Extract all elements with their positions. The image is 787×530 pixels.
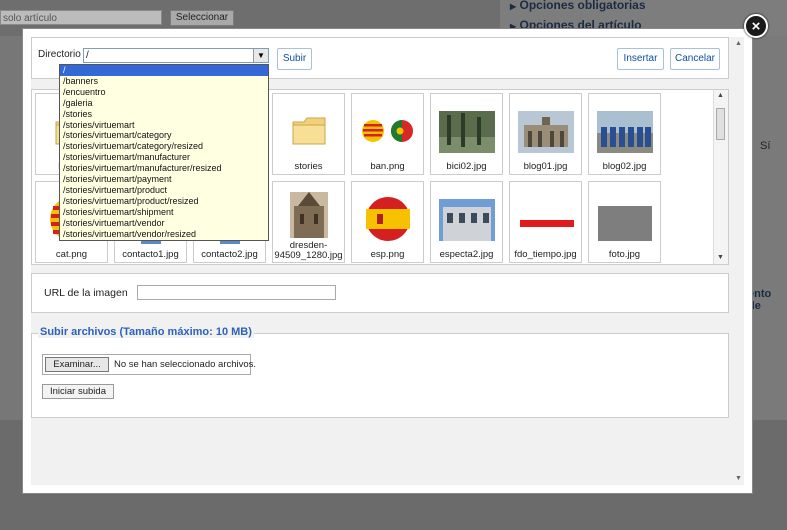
gray-thumbnail (598, 206, 652, 241)
chevron-down-icon[interactable]: ▼ (735, 475, 742, 482)
photo-thumbnail (517, 111, 574, 153)
image-tile[interactable]: blog01.jpg (509, 93, 582, 175)
directory-dropdown-list[interactable]: //banners/encuentro/galeria/stories/stor… (59, 64, 269, 241)
file-status: No se han seleccionado archivos. (114, 359, 257, 370)
image-caption: contacto2.jpg (201, 249, 258, 260)
spain-flag-thumbnail (365, 197, 410, 241)
photo-thumbnail (596, 111, 653, 153)
image-tile[interactable]: foto.jpg (588, 181, 661, 263)
bg-search-input: solo artículo (0, 10, 162, 25)
insert-button[interactable]: Insertar (617, 48, 664, 70)
chevron-up-icon[interactable]: ▲ (735, 40, 742, 47)
scrollbar-thumb[interactable] (716, 108, 725, 140)
red-bar-thumbnail (520, 220, 574, 227)
image-tile[interactable]: blog02.jpg (588, 93, 661, 175)
image-caption: cat.png (55, 249, 88, 260)
chevron-down-icon[interactable]: ▼ (717, 254, 724, 261)
flags-thumbnail (361, 120, 413, 142)
directory-option[interactable]: /stories/virtuemart/product (60, 185, 268, 196)
upload-dir-button[interactable]: Subir (277, 48, 312, 70)
image-caption: stories (294, 161, 323, 172)
dialog-scrollbar[interactable]: ▲ ▼ (734, 37, 744, 485)
grid-scrollbar[interactable]: ▲ ▼ (713, 90, 728, 264)
upload-section: Subir archivos (Tamaño máximo: 10 MB) Ex… (31, 326, 729, 418)
directory-option[interactable]: /stories (60, 109, 268, 120)
directory-option[interactable]: /stories/virtuemart/manufacturer/resized (60, 163, 268, 174)
url-section: URL de la imagen (31, 273, 729, 313)
photo-thumbnail (438, 111, 495, 153)
image-caption: blog02.jpg (602, 161, 647, 172)
directory-option[interactable]: /encuentro (60, 87, 268, 98)
directory-select-value: / (86, 50, 89, 61)
directory-label: Directorio (38, 49, 81, 60)
bg-side-text: Sí (760, 140, 771, 152)
image-tile[interactable]: especta2.jpg (430, 181, 503, 263)
bg-side-text-2: ento de (748, 288, 772, 312)
image-caption: contacto1.jpg (122, 249, 179, 260)
bg-select-button: Seleccionar (170, 10, 234, 26)
url-label: URL de la imagen (44, 287, 128, 299)
triangle-icon: ▶ (510, 2, 517, 11)
directory-option[interactable]: /stories/virtuemart/manufacturer (60, 152, 268, 163)
directory-option[interactable]: /banners (60, 76, 268, 87)
image-caption: foto.jpg (608, 249, 641, 260)
image-tile[interactable]: bici02.jpg (430, 93, 503, 175)
directory-option[interactable]: /stories/virtuemart (60, 120, 268, 131)
directory-option[interactable]: /stories/virtuemart/payment (60, 174, 268, 185)
directory-option[interactable]: /stories/virtuemart/shipment (60, 207, 268, 218)
bg-left-strip (0, 36, 22, 456)
directory-option[interactable]: /stories/virtuemart/vendor (60, 218, 268, 229)
directory-option[interactable]: /stories/virtuemart/vendor/resized (60, 229, 268, 240)
close-icon[interactable]: × (744, 14, 768, 38)
image-tile[interactable]: ban.png (351, 93, 424, 175)
directory-option[interactable]: /galeria (60, 98, 268, 109)
image-caption: dresden-94509_1280.jpg (274, 240, 343, 261)
image-caption: bici02.jpg (446, 161, 487, 172)
browse-button[interactable]: Examinar... (45, 357, 109, 372)
bg-panel-heading-1: ▶ Opciones obligatorias (510, 0, 646, 12)
image-tile[interactable]: dresden-94509_1280.jpg (272, 181, 345, 263)
chevron-down-icon[interactable]: ▼ (253, 49, 268, 62)
directory-select[interactable]: / ▼ (83, 48, 269, 63)
image-caption: fdo_tiempo.jpg (514, 249, 577, 260)
photo-thumbnail (438, 199, 495, 241)
start-upload-button[interactable]: Iniciar subida (42, 384, 114, 399)
folder-icon (292, 117, 325, 145)
image-caption: ban.png (370, 161, 405, 172)
image-caption: especta2.jpg (439, 249, 494, 260)
directory-option[interactable]: /stories/virtuemart/category/resized (60, 141, 268, 152)
image-caption: esp.png (370, 249, 405, 260)
image-caption: blog01.jpg (523, 161, 568, 172)
directory-option[interactable]: /stories/virtuemart/product/resized (60, 196, 268, 207)
cancel-button[interactable]: Cancelar (670, 48, 720, 70)
chevron-up-icon[interactable]: ▲ (717, 92, 724, 99)
image-tile[interactable]: esp.png (351, 181, 424, 263)
photo-thumbnail (289, 192, 328, 238)
upload-section-title: Subir archivos (Tamaño máximo: 10 MB) (38, 326, 254, 338)
directory-option[interactable]: /stories/virtuemart/category (60, 130, 268, 141)
file-input[interactable]: Examinar... No se han seleccionado archi… (42, 354, 256, 375)
image-tile[interactable]: stories (272, 93, 345, 175)
image-tile[interactable]: fdo_tiempo.jpg (509, 181, 582, 263)
url-input[interactable] (137, 285, 336, 300)
directory-option[interactable]: / (60, 65, 268, 76)
